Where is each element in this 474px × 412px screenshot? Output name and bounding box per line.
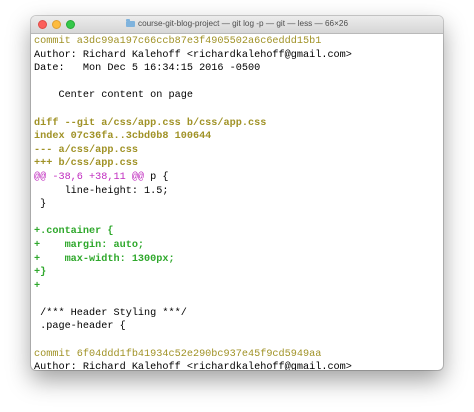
- hunk-line: @@ -38,6 +38,11 @@ p {: [34, 171, 443, 185]
- terminal-output[interactable]: commit a3dc99a197c66ccb87e3f4905502a6c6e…: [34, 35, 443, 370]
- added-line: +.container {: [34, 226, 114, 238]
- terminal-window: course-git-blog-project — git log -p — g…: [31, 16, 443, 370]
- diff-old-file: --- a/css/app.css: [34, 144, 138, 156]
- diff-new-file: +++ b/css/app.css: [34, 158, 138, 170]
- folder-icon: [125, 19, 135, 27]
- hunk-header: @@ -38,6 +38,11 @@: [34, 171, 145, 183]
- added-line: +: [34, 280, 41, 292]
- diff-header: diff --git a/css/app.css b/css/app.css: [34, 117, 267, 129]
- title-bar[interactable]: course-git-blog-project — git log -p — g…: [31, 16, 443, 34]
- commit-message: Center content on page: [34, 90, 193, 102]
- context-line: line-height: 1.5;: [34, 185, 169, 197]
- hunk-context: p {: [144, 171, 169, 183]
- author-line: Author: Richard Kalehoff <richardkalehof…: [34, 362, 352, 370]
- commit-line: commit 6f04ddd1fb41934c52e290bc937e45f9c…: [34, 348, 322, 360]
- window-title-text: course-git-blog-project — git log -p — g…: [137, 19, 348, 28]
- added-line: + margin: auto;: [34, 239, 145, 251]
- added-line: +}: [34, 267, 47, 279]
- commit-line: commit a3dc99a197c66ccb87e3f4905502a6c6e…: [34, 36, 322, 47]
- date-line: Date: Mon Dec 5 16:34:15 2016 -0500: [34, 63, 261, 75]
- author-line: Author: Richard Kalehoff <richardkalehof…: [34, 49, 352, 61]
- context-line: .page-header {: [34, 321, 126, 333]
- added-line: + max-width: 1300px;: [34, 253, 175, 265]
- diff-index: index 07c36fa..3cbd0b8 100644: [34, 131, 212, 143]
- context-line: /*** Header Styling ***/: [34, 307, 187, 319]
- context-line: }: [34, 199, 47, 211]
- window-title: course-git-blog-project — git log -p — g…: [31, 19, 443, 28]
